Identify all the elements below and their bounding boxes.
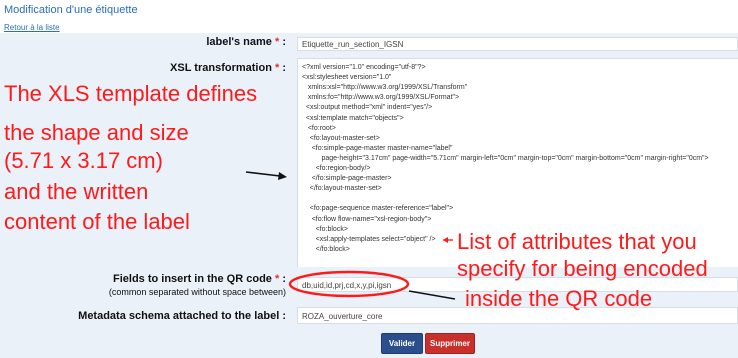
xsl-arrowhead-icon xyxy=(278,172,287,180)
qr-pointer-line xyxy=(408,290,456,300)
attributes-arrowhead-icon xyxy=(443,237,448,243)
xsl-arrow-line xyxy=(245,171,281,177)
annotation-overlay xyxy=(245,171,456,300)
qr-value-highlight-ellipse xyxy=(288,270,410,298)
